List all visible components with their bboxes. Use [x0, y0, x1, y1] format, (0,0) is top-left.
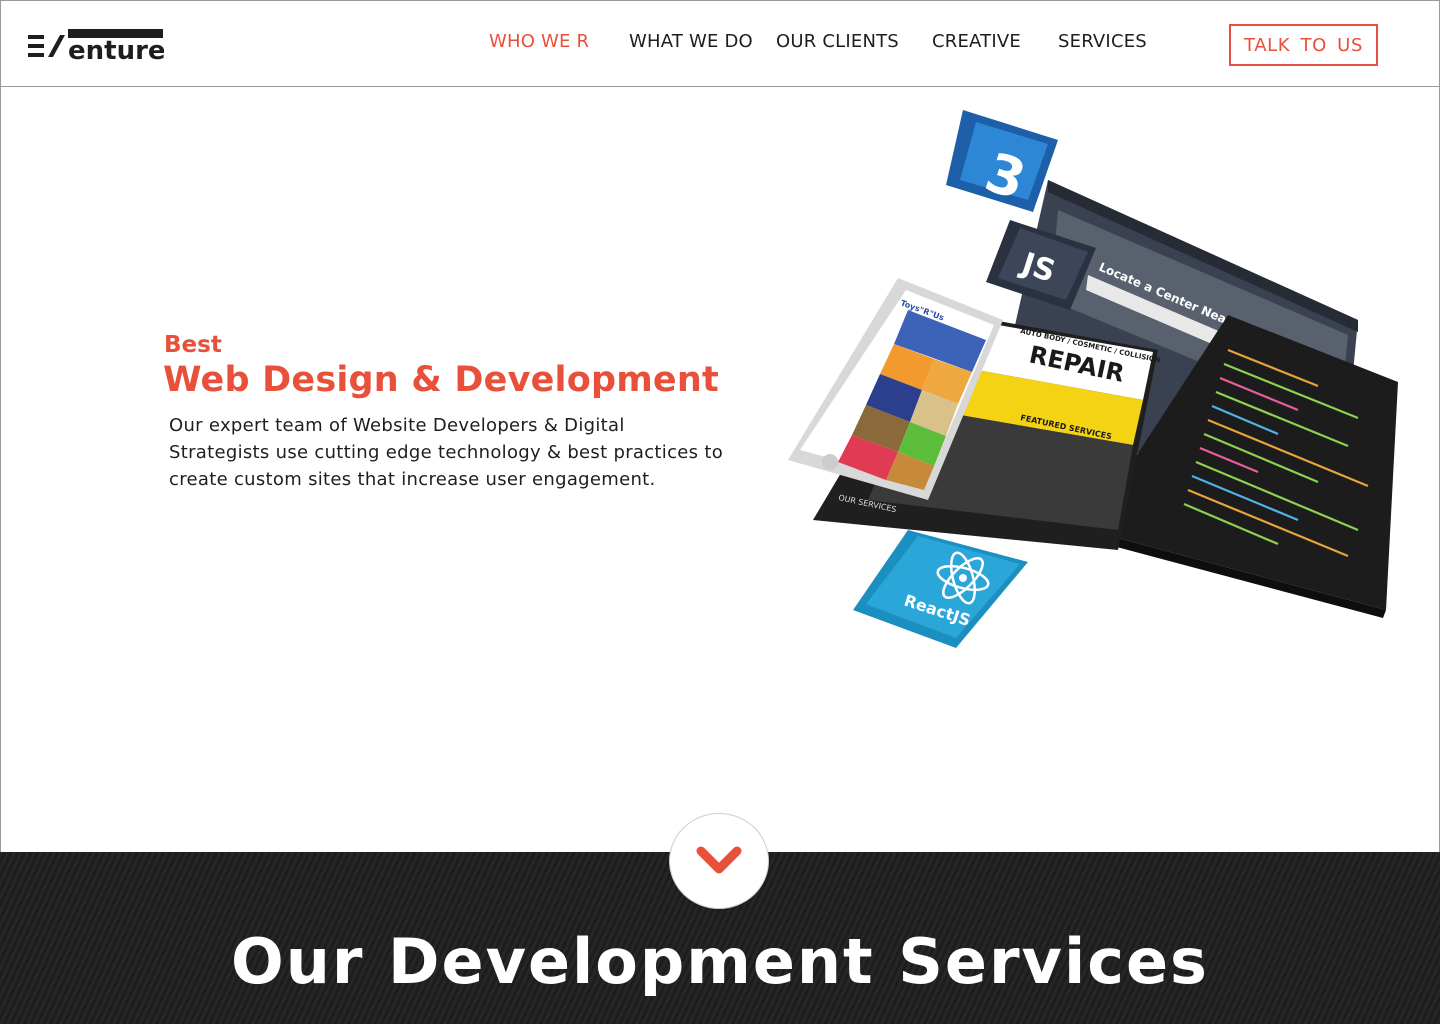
nav-item-our-clients[interactable]: OUR CLIENTS: [776, 31, 899, 52]
hero-kicker: Best: [164, 332, 222, 358]
brand-logo[interactable]: enture: [28, 29, 166, 66]
talk-to-us-button[interactable]: TALK TO US: [1229, 24, 1378, 66]
css3-badge-icon: 3: [946, 110, 1058, 212]
chevron-down-icon: [696, 846, 742, 874]
logo-mark-icon: enture: [28, 29, 166, 66]
react-badge-icon: ReactJS: [853, 530, 1028, 648]
nav-item-services[interactable]: SERVICES: [1058, 31, 1147, 52]
section-title: Our Development Services: [231, 925, 1209, 998]
hero-description: Our expert team of Website Developers & …: [169, 415, 724, 490]
scroll-down-button[interactable]: [669, 813, 769, 909]
nav-item-creative[interactable]: CREATIVE: [932, 31, 1021, 52]
hero-title: Web Design & Development: [163, 360, 719, 400]
site-header: enture WHO WE R WHAT WE DO OUR CLIENTS C…: [1, 1, 1439, 87]
svg-text:enture: enture: [68, 36, 164, 63]
nav-item-what-we-do[interactable]: WHAT WE DO: [629, 31, 753, 52]
nav-item-who-we-r[interactable]: WHO WE R: [489, 31, 589, 52]
hero-illustration: Locate a Center Near You REPAIR AUTO BOD…: [758, 100, 1418, 660]
